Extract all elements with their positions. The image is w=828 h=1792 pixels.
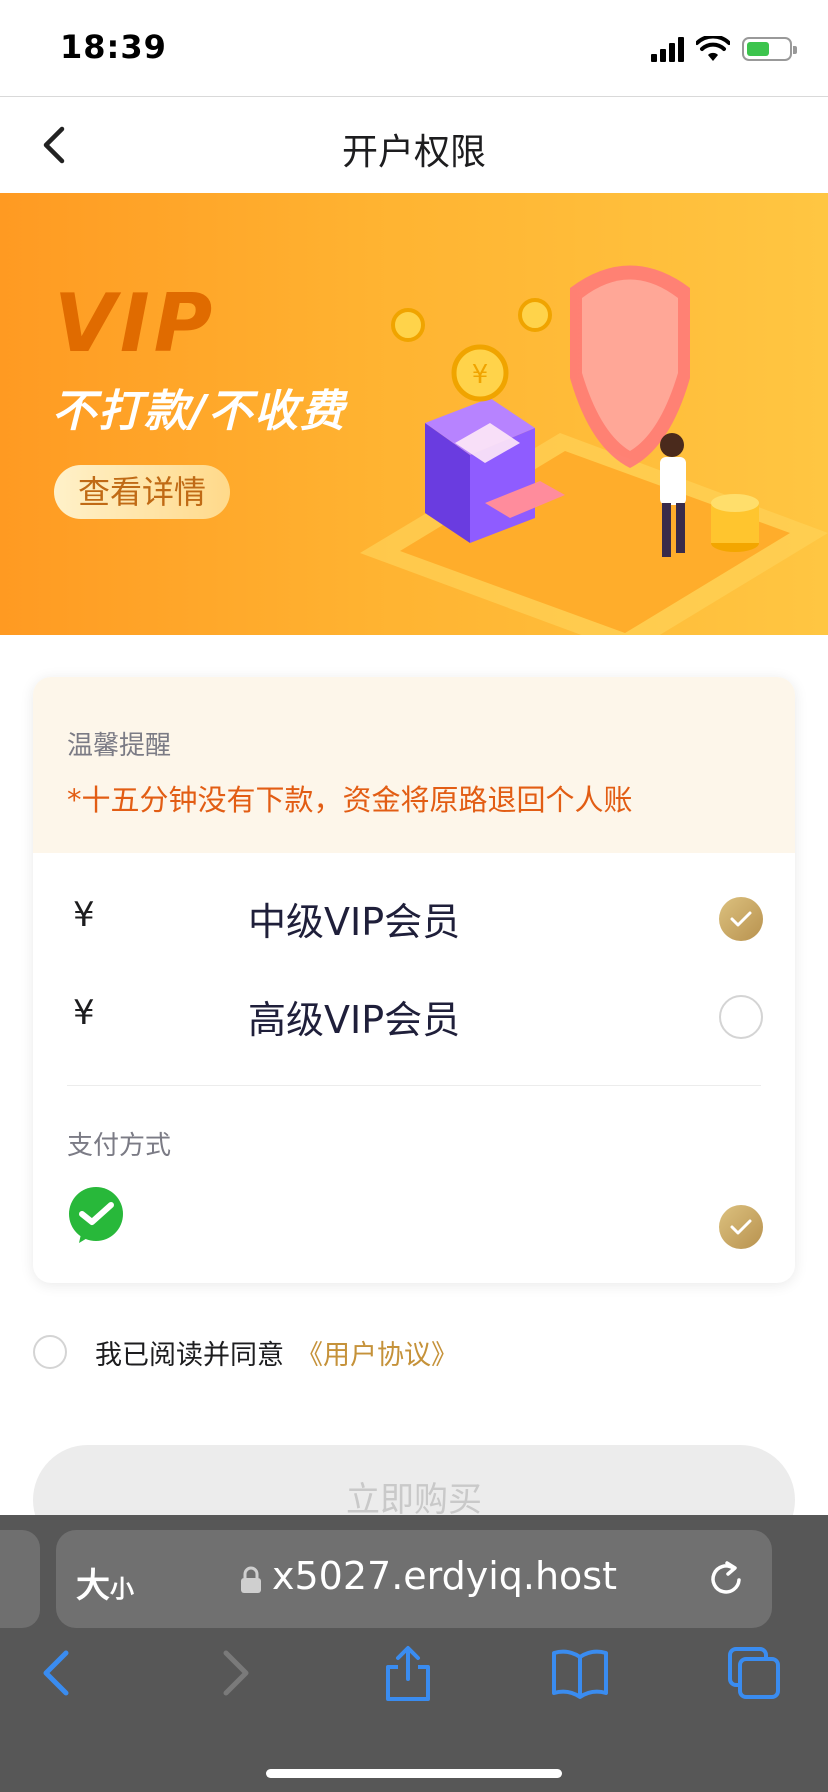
previous-tab-preview[interactable] <box>0 1530 40 1628</box>
address-bar[interactable]: 大小 x5027.erdyiq.host <box>56 1530 772 1628</box>
page-title: 开户权限 <box>341 132 486 173</box>
reload-icon[interactable] <box>706 1558 748 1600</box>
banner-slogan: 不打款/不收费 <box>52 386 347 437</box>
currency-symbol: ¥ <box>73 895 95 935</box>
radio-checked-icon[interactable] <box>719 1205 763 1249</box>
home-indicator[interactable] <box>266 1769 562 1778</box>
user-agreement-link[interactable]: 《用户协议》 <box>296 1333 458 1372</box>
payment-option-wechat[interactable] <box>33 1177 795 1277</box>
svg-text:¥: ¥ <box>472 360 489 390</box>
wifi-icon <box>696 36 730 61</box>
browser-bottom-bar: 大小 x5027.erdyiq.host <box>0 1515 828 1792</box>
wechat-pay-icon <box>69 1187 123 1243</box>
agreement-checkbox[interactable] <box>33 1335 67 1369</box>
forward-arrow-icon[interactable] <box>204 1643 264 1703</box>
battery-icon <box>742 37 797 61</box>
back-arrow-icon[interactable] <box>28 1643 88 1703</box>
nav-bar: 开户权限 <box>0 96 828 194</box>
vip-banner[interactable]: VIP 不打款/不收费 查看详情 ¥ <box>0 193 828 635</box>
text-size-large: 大 <box>76 1566 110 1606</box>
currency-symbol: ¥ <box>73 993 95 1033</box>
notice-text: *十五分钟没有下款，资金将原路退回个人账 <box>67 783 633 817</box>
radio-checked-icon[interactable] <box>719 897 763 941</box>
view-details-button[interactable]: 查看详情 <box>54 465 230 519</box>
cellular-signal-icon <box>651 36 684 62</box>
notice-box: 温馨提醒 *十五分钟没有下款，资金将原路退回个人账 <box>33 677 795 853</box>
plan-name: 高级VIP会员 <box>248 998 461 1042</box>
agreement-text: 我已阅读并同意 <box>95 1339 284 1371</box>
url-text: x5027.erdyiq.host <box>272 1554 618 1598</box>
purchase-card: 温馨提醒 *十五分钟没有下款，资金将原路退回个人账 ¥ 中级VIP会员 ¥ 高级… <box>33 677 795 1283</box>
text-size-button[interactable]: 大小 <box>76 1558 134 1607</box>
text-size-small: 小 <box>110 1575 134 1603</box>
status-bar: 18:39 <box>0 0 828 96</box>
tabs-icon[interactable] <box>724 1643 784 1703</box>
payment-method-label: 支付方式 <box>67 1131 172 1161</box>
agreement-row: 我已阅读并同意 《用户协议》 <box>33 1333 458 1372</box>
plan-option-senior-vip[interactable]: ¥ 高级VIP会员 <box>33 967 795 1067</box>
share-icon[interactable] <box>378 1643 438 1703</box>
divider <box>67 1085 761 1086</box>
bookmarks-icon[interactable] <box>550 1643 610 1703</box>
lock-icon <box>241 1566 261 1593</box>
status-icons <box>651 34 797 64</box>
plan-option-mid-vip[interactable]: ¥ 中级VIP会员 <box>33 869 795 969</box>
plan-name: 中级VIP会员 <box>248 900 461 944</box>
vip-illustration: ¥ <box>360 265 828 635</box>
status-time: 18:39 <box>60 28 167 66</box>
notice-title: 温馨提醒 <box>67 731 172 761</box>
radio-unchecked-icon[interactable] <box>719 995 763 1039</box>
banner-vip-title: VIP <box>54 277 217 370</box>
